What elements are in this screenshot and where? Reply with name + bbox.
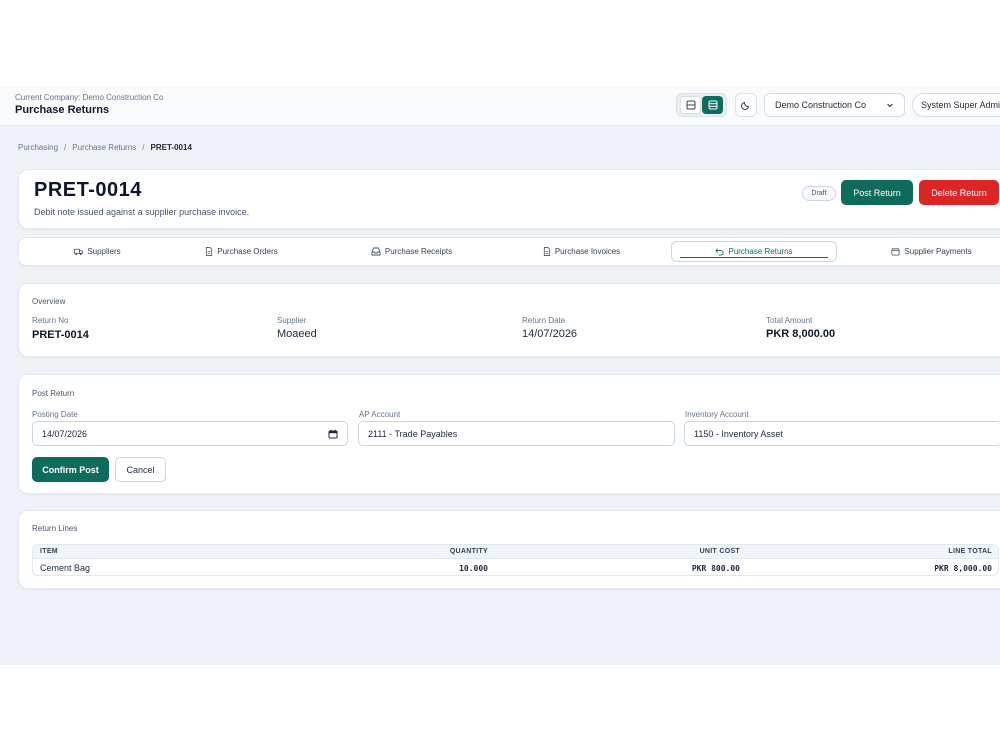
top-bar: Current Company: Demo Construction Co Pu…	[0, 85, 1000, 126]
inventory-account-value: 1150 - Inventory Asset	[694, 428, 783, 439]
total-amount-label: Total Amount	[766, 316, 813, 325]
user-name: System Super Admin	[921, 100, 1000, 110]
column-header-quantity: QUANTITY	[449, 548, 488, 555]
module-tabs: Suppliers Purchase Orders Purchase Recei…	[18, 237, 1000, 266]
document-icon	[543, 247, 550, 256]
inventory-account-select[interactable]: 1150 - Inventory Asset	[684, 421, 1000, 446]
overview-section-label: Overview	[32, 297, 66, 306]
stacked-layout-icon	[708, 100, 717, 110]
page-title: Purchase Returns	[15, 104, 110, 116]
truck-icon	[74, 248, 84, 256]
post-return-button[interactable]: Post Return	[841, 180, 913, 205]
tab-purchase-orders[interactable]: Purchase Orders	[174, 241, 309, 262]
tab-suppliers[interactable]: Suppliers	[30, 241, 165, 262]
tab-label: Purchase Returns	[728, 247, 793, 256]
tab-purchase-returns[interactable]: Purchase Returns	[671, 241, 837, 262]
return-date-label: Return Date	[522, 316, 566, 325]
document-title: PRET-0014	[34, 179, 142, 201]
document-icon	[206, 247, 213, 256]
layout-toggle	[676, 93, 727, 117]
app-shell: Current Company: Demo Construction Co Pu…	[0, 85, 1000, 665]
breadcrumb-current: PRET-0014	[150, 143, 192, 152]
return-date-value: 14/07/2026	[522, 328, 578, 340]
column-header-line-total: LINE TOTAL	[948, 548, 992, 555]
tab-label: Purchase Invoices	[554, 247, 621, 256]
inbox-icon	[371, 247, 381, 256]
ap-account-select[interactable]: 2111 - Trade Payables	[358, 421, 675, 446]
status-badge: Draft	[802, 186, 836, 201]
tab-label: Supplier Payments	[904, 247, 972, 256]
return-lines-table: ITEM QUANTITY UNIT COST LINE TOTAL Cemen…	[32, 544, 999, 576]
company-select[interactable]: Demo Construction Co	[764, 93, 905, 117]
cancel-button[interactable]: Cancel	[115, 457, 166, 482]
delete-return-button[interactable]: Delete Return	[919, 180, 999, 205]
confirm-post-button[interactable]: Confirm Post	[32, 457, 109, 482]
split-layout-icon	[686, 100, 695, 110]
breadcrumb-separator: /	[142, 143, 145, 152]
breadcrumb-purchasing[interactable]: Purchasing	[18, 143, 58, 152]
return-no-value: PRET-0014	[32, 329, 89, 341]
company-select-value: Demo Construction Co	[775, 100, 867, 110]
table-header: ITEM QUANTITY UNIT COST LINE TOTAL	[33, 545, 998, 559]
theme-toggle-button[interactable]	[735, 93, 757, 117]
tab-purchase-receipts[interactable]: Purchase Receipts	[344, 241, 479, 262]
calendar-icon[interactable]	[328, 429, 338, 439]
cell-unit-cost: PKR 800.00	[691, 564, 740, 573]
user-menu[interactable]: System Super Admin	[912, 93, 1000, 117]
total-amount-value: PKR 8,000.00	[766, 328, 836, 340]
posting-date-label: Posting Date	[32, 410, 78, 419]
cell-line-total: PKR 8,000.00	[934, 564, 992, 573]
tab-label: Purchase Receipts	[384, 247, 453, 256]
current-company-label: Current Company: Demo Construction Co	[15, 93, 164, 102]
overview-card: Overview Return No PRET-0014 Supplier Mo…	[18, 283, 1000, 357]
document-header-card: PRET-0014 Debit note issued against a su…	[18, 169, 1000, 229]
tab-purchase-invoices[interactable]: Purchase Invoices	[514, 241, 649, 262]
cell-item: Cement Bag	[40, 563, 91, 573]
column-header-item: ITEM	[40, 548, 58, 555]
moon-icon	[741, 101, 750, 110]
supplier-value: Moaeed	[277, 328, 317, 340]
tab-label: Purchase Orders	[217, 247, 278, 256]
layout-split-button[interactable]	[680, 96, 701, 114]
posting-date-input[interactable]: 14/07/2026	[32, 421, 348, 446]
chevron-down-icon	[887, 103, 893, 108]
ap-account-label: AP Account	[359, 410, 401, 419]
return-lines-section-label: Return Lines	[32, 524, 78, 533]
supplier-label: Supplier	[277, 316, 307, 325]
layout-stacked-button[interactable]	[702, 96, 723, 114]
return-lines-card: Return Lines ITEM QUANTITY UNIT COST LIN…	[18, 510, 1000, 589]
breadcrumb-separator: /	[64, 143, 67, 152]
ap-account-value: 2111 - Trade Payables	[368, 428, 458, 439]
inventory-account-label: Inventory Account	[685, 410, 749, 419]
posting-date-value: 14/07/2026	[42, 428, 88, 439]
return-no-label: Return No	[32, 316, 69, 325]
post-return-section-label: Post Return	[32, 389, 75, 398]
document-subtitle: Debit note issued against a supplier pur…	[34, 207, 250, 217]
tab-supplier-payments[interactable]: Supplier Payments	[859, 241, 1000, 262]
post-return-card: Post Return Posting Date 14/07/2026 AP A…	[18, 374, 1000, 494]
undo-icon	[715, 248, 725, 256]
tab-label: Suppliers	[87, 247, 121, 256]
wallet-icon	[891, 248, 900, 256]
cell-quantity: 10.000	[459, 564, 488, 573]
breadcrumb: Purchasing / Purchase Returns / PRET-001…	[18, 143, 192, 152]
column-header-unit-cost: UNIT COST	[699, 548, 740, 555]
breadcrumb-purchase-returns[interactable]: Purchase Returns	[72, 143, 136, 152]
